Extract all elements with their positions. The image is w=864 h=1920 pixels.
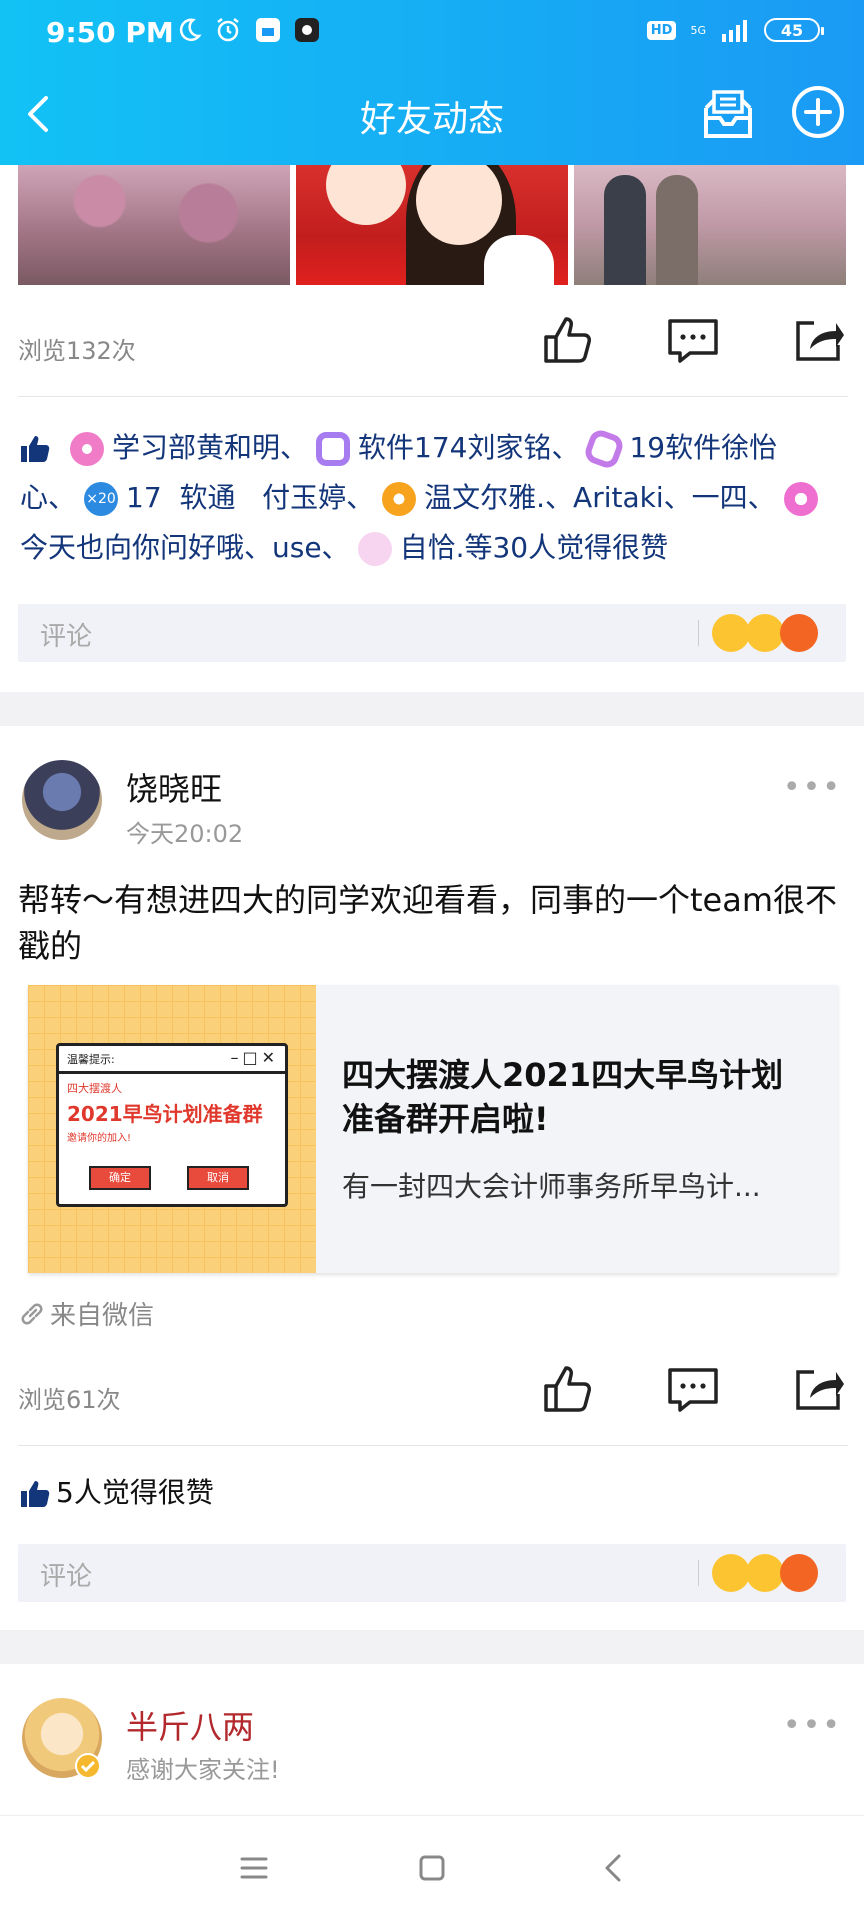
- post2-stat-row: 浏览61次: [18, 1354, 848, 1434]
- post1-photo-grid: [18, 165, 846, 285]
- back-icon[interactable]: [590, 1844, 638, 1892]
- emoji-shortcuts[interactable]: [712, 614, 818, 652]
- shared-link-thumbnail: 温馨提示: –□✕ 四大摆渡人 2021早鸟计划准备群 邀请你的加入! 确定 取消: [28, 985, 316, 1273]
- status-time: 9:50 PM: [46, 16, 174, 49]
- share-icon[interactable]: [792, 1362, 846, 1416]
- post1-stat-row: 浏览132次: [18, 305, 848, 385]
- alarm-icon: [217, 18, 239, 42]
- hd-icon: HD: [646, 20, 677, 40]
- post1-photo-3[interactable]: [574, 165, 846, 285]
- likes-line-2: 心、 ×20 17 软通 付玉婷、 温文尔雅.、Aritaki、一四、: [20, 473, 850, 523]
- comment-placeholder: 评论: [40, 622, 93, 652]
- post2-views: 浏览61次: [18, 1386, 121, 1414]
- likes-count: 5人觉得很赞: [56, 1476, 214, 1509]
- source-label: 来自微信: [50, 1301, 155, 1331]
- shared-link-description: 有一封四大会计师事务所早鸟计...: [342, 1170, 761, 1203]
- author-name[interactable]: 半斤八两: [126, 1702, 254, 1748]
- soul-app-icon: [295, 18, 319, 42]
- comment-icon[interactable]: [666, 313, 720, 367]
- thumbnail-window-graphic: 温馨提示: –□✕ 四大摆渡人 2021早鸟计划准备群 邀请你的加入! 确定 取消: [56, 1043, 288, 1207]
- comment-icon[interactable]: [666, 1362, 720, 1416]
- post1-views: 浏览132次: [18, 337, 136, 365]
- app-header: 9:50 PM HD 5G 45 好友动态: [0, 0, 864, 165]
- liker-avatar[interactable]: ×20: [84, 482, 119, 516]
- like-icon[interactable]: [540, 1362, 594, 1416]
- liker-name[interactable]: 软件174刘家铭、: [358, 431, 579, 464]
- like-icon[interactable]: [540, 313, 594, 367]
- comment-divider: [698, 1560, 699, 1586]
- link-icon: [21, 1303, 43, 1324]
- likes-line-1: 学习部黄和明、 软件174刘家铭、 19软件徐怡: [20, 423, 850, 473]
- likes-count[interactable]: 自恰.等30人觉得很赞: [400, 531, 669, 564]
- laugh-emoji-icon[interactable]: [746, 614, 784, 652]
- inbox-icon[interactable]: [698, 84, 758, 144]
- feed-gap: [0, 1630, 864, 1664]
- comment-placeholder: 评论: [40, 1562, 93, 1592]
- liker-name[interactable]: 17 软通 付玉婷、: [126, 481, 374, 514]
- more-options-icon[interactable]: •••: [783, 770, 842, 805]
- feed-gap: [0, 692, 864, 726]
- home-icon[interactable]: [408, 1844, 456, 1892]
- grin-emoji-icon[interactable]: [712, 614, 750, 652]
- grin-emoji-icon[interactable]: [712, 1554, 750, 1592]
- liker-avatar[interactable]: [783, 482, 818, 516]
- add-post-icon[interactable]: [790, 84, 846, 140]
- liker-avatar[interactable]: [316, 432, 351, 466]
- status-bar: 9:50 PM HD 5G 45: [0, 0, 864, 68]
- post1-photo-1[interactable]: [18, 165, 290, 285]
- post1-photo-2[interactable]: [296, 165, 568, 285]
- verified-badge-icon: [75, 1753, 101, 1779]
- author-subtitle: 感谢大家关注!: [126, 1756, 280, 1784]
- post-source[interactable]: 来自微信: [18, 1295, 154, 1332]
- liker-avatar[interactable]: [357, 532, 392, 566]
- shared-link-card[interactable]: 温馨提示: –□✕ 四大摆渡人 2021早鸟计划准备群 邀请你的加入! 确定 取消…: [28, 985, 838, 1273]
- shared-link-title: 四大摆渡人2021四大早鸟计划准备群开启啦!: [342, 1056, 784, 1138]
- liker-avatar[interactable]: [70, 432, 104, 466]
- battery-indicator: 45: [764, 18, 824, 42]
- emoji-shortcuts[interactable]: [712, 1554, 818, 1592]
- liker-name[interactable]: 今天也向你问好哦、use、: [20, 531, 350, 564]
- likes-line-3: 今天也向你问好哦、use、 自恰.等30人觉得很赞: [20, 523, 850, 573]
- laugh-emoji-icon[interactable]: [746, 1554, 784, 1592]
- liker-name[interactable]: 温文尔雅.、Aritaki、一四、: [424, 481, 775, 514]
- comment-divider: [698, 620, 699, 646]
- post2-likes[interactable]: 5人觉得很赞: [20, 1468, 850, 1518]
- angry-emoji-icon[interactable]: [780, 1554, 818, 1592]
- liker-name[interactable]: 学习部黄和明、: [112, 431, 308, 464]
- menu-icon[interactable]: [230, 1844, 278, 1892]
- post1-likes: 学习部黄和明、 软件174刘家铭、 19软件徐怡 心、 ×20 17 软通 付玉婷、 温文…: [20, 423, 850, 573]
- post2-comment-input[interactable]: 评论: [18, 1544, 846, 1602]
- signal-icon: [722, 20, 747, 42]
- system-nav-bar: [0, 1815, 864, 1920]
- status-icons: [176, 16, 320, 44]
- liker-name[interactable]: 19软件徐怡: [629, 431, 777, 464]
- divider: [18, 1445, 848, 1446]
- post-text: 帮转～有想进四大的同学欢迎看看，同事的一个team很不戳的: [18, 881, 838, 965]
- like-filled-icon: [21, 436, 50, 462]
- angry-emoji-icon[interactable]: [780, 614, 818, 652]
- moon-icon: [179, 18, 202, 42]
- mi-app-icon: [256, 18, 280, 42]
- liker-avatar[interactable]: [582, 427, 627, 471]
- author-name[interactable]: 饶晓旺: [126, 764, 222, 810]
- like-filled-icon: [21, 1481, 50, 1507]
- status-right: HD 5G 45: [646, 18, 824, 42]
- liker-avatar[interactable]: [382, 482, 417, 516]
- more-options-icon[interactable]: •••: [783, 1708, 842, 1743]
- liker-name[interactable]: 心、: [20, 481, 76, 514]
- post-time: 今天20:02: [126, 820, 244, 848]
- nav-bar: 好友动态: [0, 72, 864, 160]
- author-avatar[interactable]: [22, 760, 102, 840]
- divider: [18, 396, 848, 397]
- post1-comment-input[interactable]: 评论: [18, 604, 846, 662]
- network-label: 5G: [690, 23, 706, 37]
- share-icon[interactable]: [792, 313, 846, 367]
